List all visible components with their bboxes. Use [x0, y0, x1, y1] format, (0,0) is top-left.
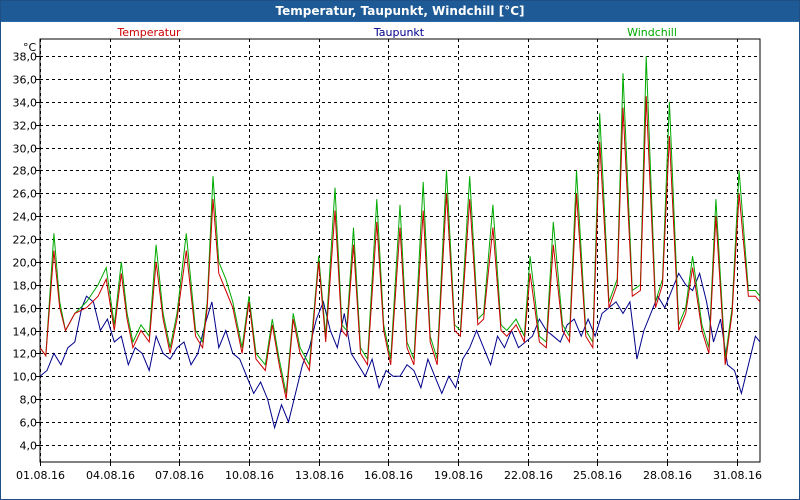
x-tick-label: 07.08.16: [155, 469, 204, 482]
x-tick-label: 31.08.16: [713, 469, 762, 482]
y-tick-label: 32,0: [13, 120, 38, 133]
y-tick-label: 10,0: [13, 371, 38, 384]
legend-temperatur: Temperatur: [116, 26, 181, 39]
y-tick-label: 16,0: [13, 303, 38, 316]
x-tick-label: 10.08.16: [225, 469, 274, 482]
y-tick-label: 8,0: [20, 394, 38, 407]
y-tick-label: 30,0: [13, 143, 38, 156]
y-tick-label: 24,0: [13, 211, 38, 224]
x-tick-label: 01.08.16: [16, 469, 65, 482]
x-tick-label: 25.08.16: [573, 469, 622, 482]
x-tick-label: 04.08.16: [86, 469, 135, 482]
x-tick-label: 28.08.16: [643, 469, 692, 482]
line-chart: 4,0 6,0 8,0 10,0 12,0 14,0 16,0 18,0 20,0 22,0 24,…: [13, 26, 762, 482]
y-tick-label: 4,0: [20, 440, 38, 453]
y-tick-label: 34,0: [13, 97, 38, 110]
y-tick-label: 14,0: [13, 326, 38, 339]
legend-taupunkt: Taupunkt: [373, 26, 425, 39]
y-tick-label: 18,0: [13, 280, 38, 293]
chart-window: Temperatur, Taupunkt, Windchill [°C] 4,0…: [0, 0, 800, 500]
y-tick-label: 20,0: [13, 257, 38, 270]
title-bar: Temperatur, Taupunkt, Windchill [°C]: [1, 1, 799, 22]
window-title: Temperatur, Taupunkt, Windchill [°C]: [275, 4, 525, 18]
x-tick-label: 16.08.16: [364, 469, 413, 482]
legend-windchill: Windchill: [627, 26, 677, 39]
y-tick-label: 22,0: [13, 234, 38, 247]
y-tick-label: 12,0: [13, 348, 38, 361]
y-tick-label: 26,0: [13, 188, 38, 201]
x-tick-label: 22.08.16: [504, 469, 553, 482]
x-tick-label: 13.08.16: [295, 469, 344, 482]
y-tick-label: 28,0: [13, 165, 38, 178]
y-tick-label: 36,0: [13, 74, 38, 87]
x-tick-label: 19.08.16: [434, 469, 483, 482]
y-axis-label: °C: [23, 41, 37, 54]
y-tick-label: 6,0: [20, 417, 38, 430]
